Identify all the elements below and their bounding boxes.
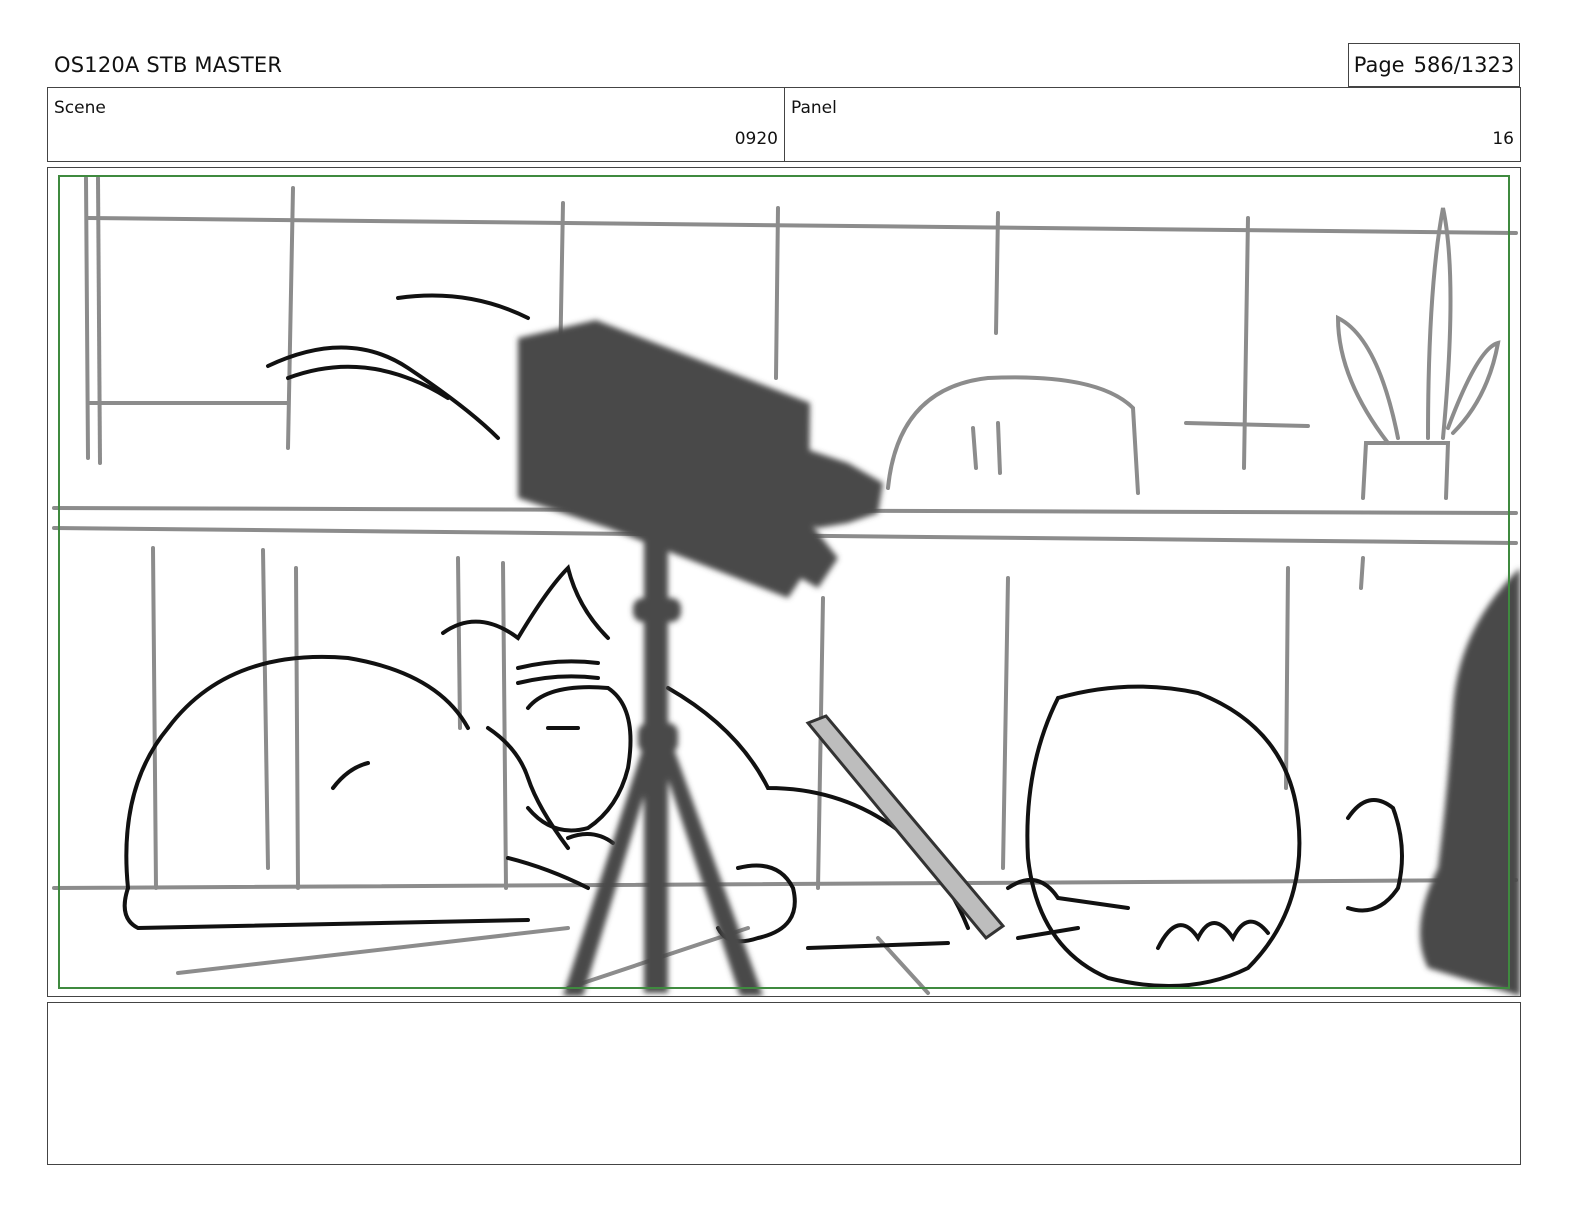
- ruler-sketch: [805, 714, 1006, 941]
- foreground-shadow-sketch: [1420, 568, 1520, 996]
- page-indicator: Page 586/1323: [1348, 43, 1520, 87]
- page-number: 586/1323: [1413, 53, 1515, 77]
- panel-value: 16: [1492, 129, 1514, 149]
- scene-label: Scene: [54, 98, 106, 118]
- storyboard-frame: [47, 167, 1521, 997]
- storyboard-sketch: [52, 175, 1520, 996]
- panel-cell: Panel 16: [785, 88, 1520, 161]
- panel-label: Panel: [791, 98, 837, 118]
- notes-box: [47, 1002, 1521, 1165]
- page-label: Page: [1353, 53, 1405, 77]
- document-title: OS120A STB MASTER: [54, 53, 283, 77]
- camera-sketch: [518, 320, 883, 996]
- scene-cell: Scene 0920: [48, 88, 785, 161]
- scene-value: 0920: [734, 129, 778, 149]
- scene-panel-row: Scene 0920 Panel 16: [47, 87, 1521, 162]
